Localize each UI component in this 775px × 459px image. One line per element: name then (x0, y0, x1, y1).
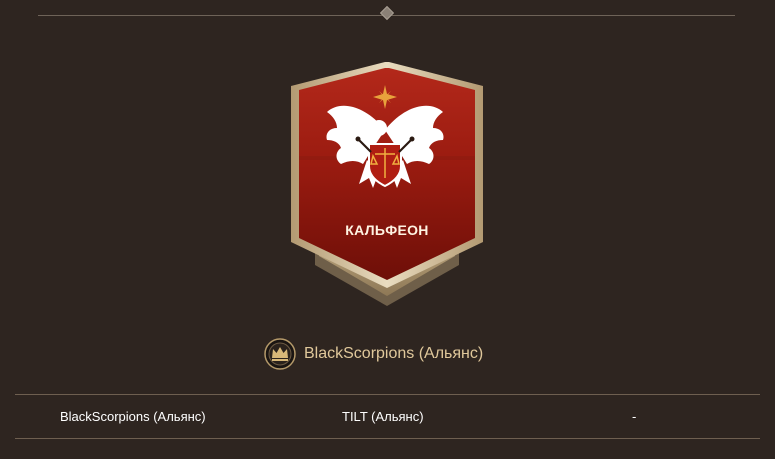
territory-banner-icon (291, 62, 483, 306)
table-row: BlackScorpions (Альянс) TILT (Альянс) - (15, 395, 760, 438)
occupier-guild: BlackScorpions (Альянс) (264, 337, 483, 371)
territory-name: КАЛЬФЕОН (345, 222, 429, 238)
territory-crest: КАЛЬФЕОН (285, 60, 489, 308)
table-divider-bottom (15, 438, 760, 439)
result-cell: - (632, 409, 637, 424)
divider-diamond-icon (379, 5, 395, 21)
defender-guild-cell: TILT (Альянс) (342, 409, 424, 424)
guild-crown-icon (264, 338, 296, 370)
attacker-guild-cell: BlackScorpions (Альянс) (60, 409, 206, 424)
guild-name: BlackScorpions (Альянс) (304, 345, 484, 362)
